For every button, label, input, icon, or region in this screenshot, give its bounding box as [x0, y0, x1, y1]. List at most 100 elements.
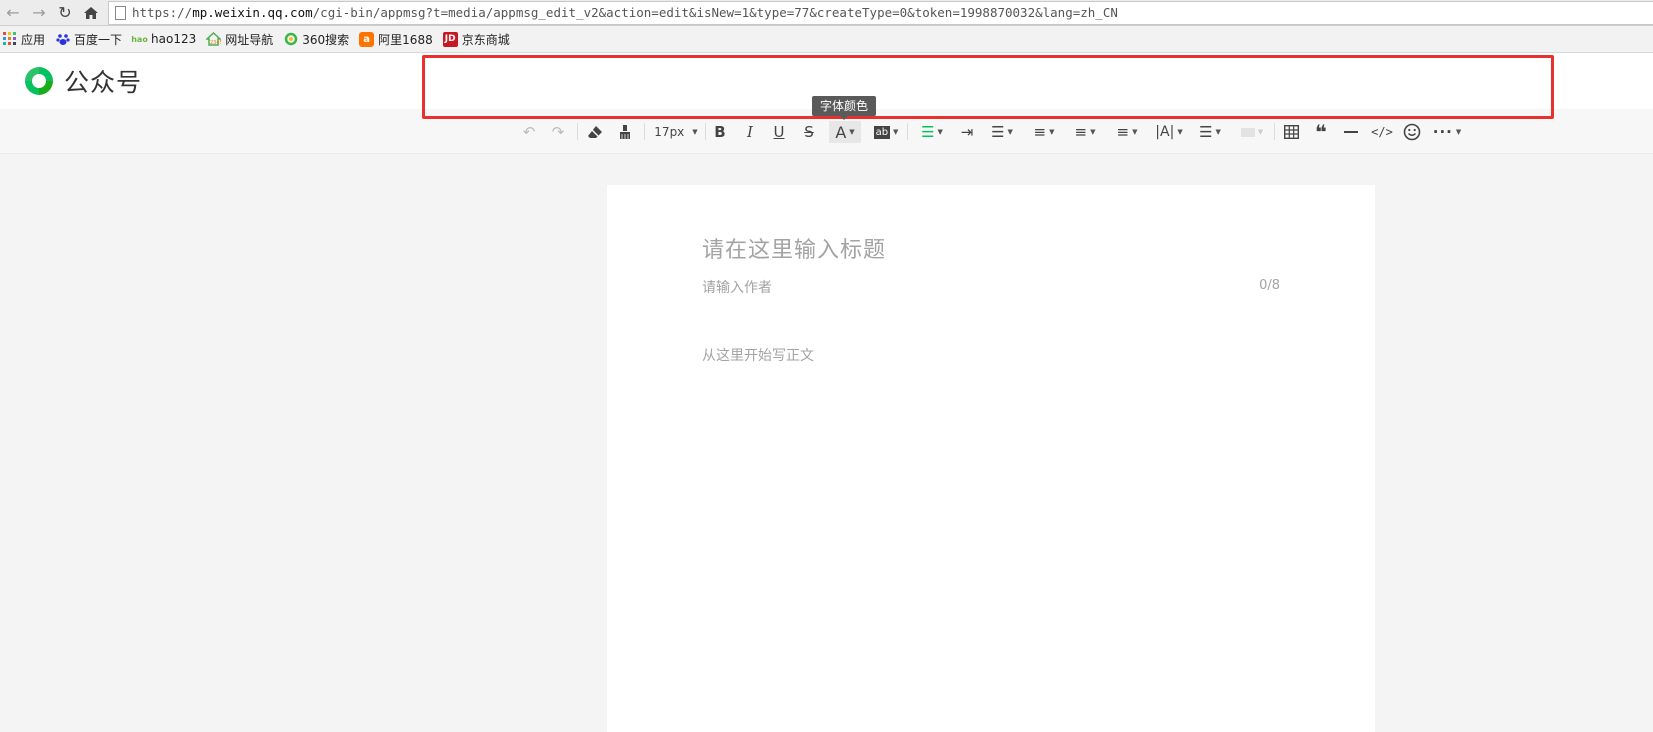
url-input[interactable]: https://mp.weixin.qq.com/cgi-bin/appmsg?… — [108, 0, 1653, 25]
font-color-tooltip: 字体颜色 — [812, 96, 877, 120]
letter-spacing-icon: |A| — [1155, 124, 1175, 140]
indent-button[interactable]: ⇥ — [958, 121, 976, 143]
underline-button[interactable]: U — [771, 121, 787, 143]
font-color-icon: A — [835, 122, 847, 142]
align-left-icon: ☰ — [921, 123, 935, 141]
bookmark-apps[interactable]: 应用 — [2, 31, 45, 48]
toolbar-divider — [907, 123, 908, 140]
bookmark-label: hao123 — [151, 32, 197, 46]
browser-address-bar: ← → ↻ https://mp.weixin.qq.com/cgi-bin/a… — [0, 0, 1653, 26]
chevron-down-icon: ▼ — [1132, 128, 1138, 136]
letter-spacing-button[interactable]: |A| ▼ — [1154, 121, 1184, 143]
eraser-icon — [588, 126, 602, 138]
bookmark-baidu[interactable]: 百度一下 — [55, 31, 122, 48]
bold-button[interactable]: B — [712, 121, 728, 143]
reload-icon[interactable]: ↻ — [52, 0, 78, 26]
spacing-after-icon: ≡ — [1074, 123, 1088, 141]
first-line-indent-button[interactable]: ☰ ▼ — [987, 121, 1017, 143]
bookmark-2345[interactable]: 2345 网址导航 — [206, 31, 273, 48]
chevron-down-icon: ▼ — [849, 128, 855, 136]
author-char-count: 0/8 — [1259, 278, 1280, 293]
url-prefix: https:// — [132, 5, 193, 20]
bookmark-1688[interactable]: a 阿里1688 — [359, 31, 433, 48]
360-search-icon — [283, 32, 298, 47]
toolbar-divider — [644, 123, 645, 140]
back-icon[interactable]: ← — [0, 0, 26, 26]
format-brush-icon — [620, 125, 630, 139]
bookmark-label: 网址导航 — [225, 32, 274, 47]
bookmarks-bar: 应用 百度一下 hao hao123 2345 网址导航 360搜索 a 阿里1… — [0, 26, 1653, 53]
first-line-indent-icon: ☰ — [991, 123, 1005, 141]
bookmark-jd[interactable]: JD 京东商城 — [442, 31, 510, 48]
chevron-down-icon: ▼ — [1090, 128, 1096, 136]
emoji-button[interactable] — [1401, 121, 1423, 143]
paragraph-spacing-before-button[interactable]: ≡ ▼ — [1029, 121, 1059, 143]
highlight-icon: ab — [873, 125, 891, 139]
chevron-down-icon: ▼ — [1215, 128, 1221, 136]
author-input[interactable]: 请输入作者 — [702, 277, 772, 297]
editor-canvas: 请在这里输入标题 请输入作者 0/8 从这里开始写正文 — [607, 185, 1375, 732]
bookmark-label: 360搜索 — [302, 32, 350, 47]
more-icon: ··· — [1432, 123, 1453, 141]
chevron-down-icon: ▼ — [1007, 128, 1013, 136]
font-color-button[interactable]: A ▼ — [829, 121, 861, 143]
chevron-down-icon: ▼ — [1257, 128, 1264, 136]
strikethrough-button[interactable]: S — [801, 121, 817, 143]
url-path: /cgi-bin/appmsg?t=media/appmsg_edit_v2&a… — [312, 5, 1118, 20]
font-size-select[interactable]: 17px ▼ — [652, 121, 700, 143]
brand-logo[interactable]: 公众号 — [22, 63, 142, 99]
italic-button[interactable]: I — [742, 121, 758, 143]
ali1688-icon: a — [359, 31, 375, 47]
chevron-down-icon: ▼ — [893, 128, 899, 136]
quote-icon: ❝ — [1315, 120, 1327, 144]
spacing-before-icon: ≡ — [1033, 123, 1047, 141]
line-height-button[interactable]: ≡ ▼ — [1112, 121, 1142, 143]
emoji-icon — [1403, 123, 1421, 141]
chevron-down-icon: ▼ — [692, 128, 698, 136]
hao123-icon: hao — [131, 34, 148, 44]
chevron-down-icon: ▼ — [1455, 128, 1462, 136]
bookmark-360[interactable]: 360搜索 — [283, 31, 349, 48]
code-icon: </> — [1371, 125, 1393, 139]
table-icon — [1283, 125, 1299, 139]
body-input[interactable]: 从这里开始写正文 — [702, 345, 814, 365]
float-image-button[interactable]: ▼ — [1237, 121, 1267, 143]
bookmark-label: 百度一下 — [74, 32, 123, 47]
toolbar-divider — [1274, 123, 1275, 140]
svg-text:2345: 2345 — [210, 40, 221, 46]
background-color-button[interactable]: ab ▼ — [871, 121, 901, 143]
table-button[interactable] — [1282, 121, 1300, 143]
highlight-annotation-box — [422, 55, 1554, 119]
wechat-mp-logo-icon — [25, 67, 53, 95]
chevron-down-icon: ▼ — [1049, 128, 1055, 136]
bookmark-label: 京东商城 — [461, 32, 510, 47]
baidu-paw-icon — [55, 32, 70, 47]
list-button[interactable]: ☰ ▼ — [1195, 121, 1225, 143]
bookmark-label: 阿里1688 — [378, 32, 433, 47]
home-icon[interactable] — [78, 0, 104, 26]
2345-icon: 2345 — [206, 32, 222, 47]
code-button[interactable]: </> — [1371, 121, 1393, 143]
line-height-icon: ≡ — [1116, 123, 1130, 141]
float-image-icon — [1240, 127, 1255, 137]
paragraph-spacing-after-button[interactable]: ≡ ▼ — [1070, 121, 1100, 143]
divider-button[interactable] — [1342, 121, 1360, 143]
page-icon — [115, 5, 126, 20]
redo-button[interactable]: ↷ — [549, 121, 567, 143]
forward-icon[interactable]: → — [26, 0, 52, 26]
align-button[interactable]: ☰ ▼ — [918, 121, 946, 143]
format-painter-button[interactable] — [615, 121, 635, 143]
more-button[interactable]: ··· ▼ — [1432, 121, 1462, 143]
horizontal-rule-icon — [1344, 131, 1358, 133]
bookmark-hao123[interactable]: hao hao123 — [131, 32, 197, 47]
url-host: mp.weixin.qq.com — [192, 5, 313, 20]
clear-format-button[interactable] — [585, 121, 605, 143]
undo-button[interactable]: ↶ — [520, 121, 538, 143]
chevron-down-icon: ▼ — [937, 128, 943, 136]
apps-grid-icon — [2, 32, 17, 47]
chevron-down-icon: ▼ — [1177, 128, 1183, 136]
jd-icon: JD — [442, 31, 458, 47]
title-input[interactable]: 请在这里输入标题 — [702, 232, 886, 264]
bullet-list-icon: ☰ — [1199, 123, 1213, 141]
quote-button[interactable]: ❝ — [1312, 120, 1330, 144]
